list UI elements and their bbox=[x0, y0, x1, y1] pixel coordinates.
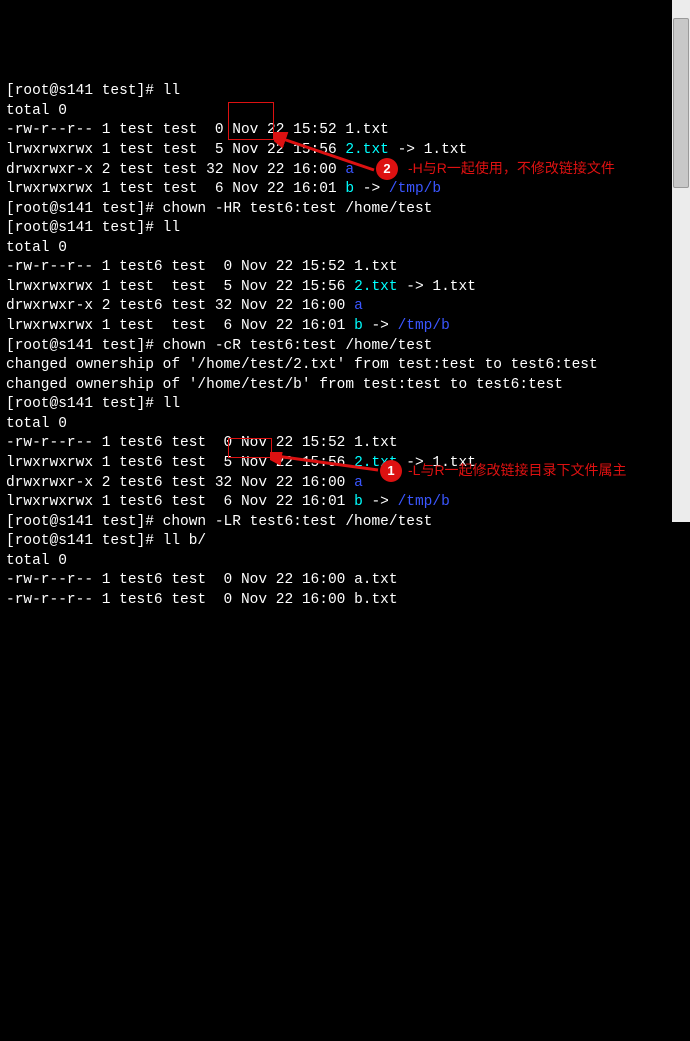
file-name: b.txt bbox=[354, 592, 398, 608]
terminal-line: [root@s141 test]# ll bbox=[6, 82, 684, 102]
arrow-icon: -> bbox=[406, 455, 423, 471]
terminal-line: [root@s141 test]# ll bbox=[6, 395, 684, 415]
file-name: b bbox=[345, 181, 354, 197]
file-name: b bbox=[354, 494, 363, 510]
arrow-icon: -> bbox=[406, 279, 423, 295]
terminal-line: -rw-r--r-- 1 test6 test 0 Nov 22 15:52 1… bbox=[6, 434, 684, 454]
link-target: 1.txt bbox=[424, 142, 468, 158]
terminal-line: -rw-r--r-- 1 test6 test 0 Nov 22 16:00 b… bbox=[6, 591, 684, 611]
terminal-line: [root@s141 test]# chown -HR test6:test /… bbox=[6, 200, 684, 220]
terminal-output[interactable]: [root@s141 test]# lltotal 0-rw-r--r-- 1 … bbox=[6, 82, 684, 610]
terminal-line: [root@s141 test]# chown -cR test6:test /… bbox=[6, 337, 684, 357]
terminal-line: total 0 bbox=[6, 415, 684, 435]
file-name: a.txt bbox=[354, 572, 398, 588]
terminal-line: -rw-r--r-- 1 test6 test 0 Nov 22 15:52 1… bbox=[6, 258, 684, 278]
vertical-scrollbar[interactable] bbox=[672, 0, 690, 522]
scrollbar-thumb[interactable] bbox=[673, 18, 689, 188]
terminal-line: lrwxrwxrwx 1 test6 test 6 Nov 22 16:01 b… bbox=[6, 493, 684, 513]
terminal-line: -rw-r--r-- 1 test6 test 0 Nov 22 16:00 a… bbox=[6, 571, 684, 591]
terminal-line: drwxrwxr-x 2 test6 test 32 Nov 22 16:00 … bbox=[6, 474, 684, 494]
link-target: 1.txt bbox=[432, 279, 476, 295]
file-name: a bbox=[354, 475, 363, 491]
terminal-line: [root@s141 test]# chown -LR test6:test /… bbox=[6, 513, 684, 533]
terminal-line: lrwxrwxrwx 1 test test 6 Nov 22 16:01 b … bbox=[6, 180, 684, 200]
arrow-icon: -> bbox=[371, 318, 388, 334]
arrow-icon: -> bbox=[398, 142, 415, 158]
file-name: a bbox=[345, 162, 354, 178]
file-name: 1.txt bbox=[345, 122, 389, 138]
terminal-line: lrwxrwxrwx 1 test test 6 Nov 22 16:01 b … bbox=[6, 317, 684, 337]
terminal-line: [root@s141 test]# ll bbox=[6, 219, 684, 239]
file-name: a bbox=[354, 298, 363, 314]
terminal-line: total 0 bbox=[6, 239, 684, 259]
terminal-line: total 0 bbox=[6, 552, 684, 572]
file-name: b bbox=[354, 318, 363, 334]
terminal-line: total 0 bbox=[6, 102, 684, 122]
link-target: /tmp/b bbox=[398, 494, 450, 510]
file-name: 1.txt bbox=[354, 435, 398, 451]
link-target: /tmp/b bbox=[389, 181, 441, 197]
terminal-line: drwxrwxr-x 2 test test 32 Nov 22 16:00 a bbox=[6, 161, 684, 181]
arrow-icon: -> bbox=[371, 494, 388, 510]
link-target: 1.txt bbox=[432, 455, 476, 471]
terminal-line: [root@s141 test]# ll b/ bbox=[6, 532, 684, 552]
file-name: 1.txt bbox=[354, 259, 398, 275]
terminal-line: changed ownership of '/home/test/2.txt' … bbox=[6, 356, 684, 376]
terminal-line: -rw-r--r-- 1 test test 0 Nov 22 15:52 1.… bbox=[6, 121, 684, 141]
file-name: 2.txt bbox=[354, 455, 398, 471]
file-name: 2.txt bbox=[345, 142, 389, 158]
terminal-line: lrwxrwxrwx 1 test test 5 Nov 22 15:56 2.… bbox=[6, 141, 684, 161]
link-target: /tmp/b bbox=[398, 318, 450, 334]
terminal-line: changed ownership of '/home/test/b' from… bbox=[6, 376, 684, 396]
terminal-line: lrwxrwxrwx 1 test6 test 5 Nov 22 15:56 2… bbox=[6, 454, 684, 474]
terminal-line: lrwxrwxrwx 1 test test 5 Nov 22 15:56 2.… bbox=[6, 278, 684, 298]
file-name: 2.txt bbox=[354, 279, 398, 295]
terminal-line: drwxrwxr-x 2 test6 test 32 Nov 22 16:00 … bbox=[6, 297, 684, 317]
arrow-icon: -> bbox=[363, 181, 380, 197]
